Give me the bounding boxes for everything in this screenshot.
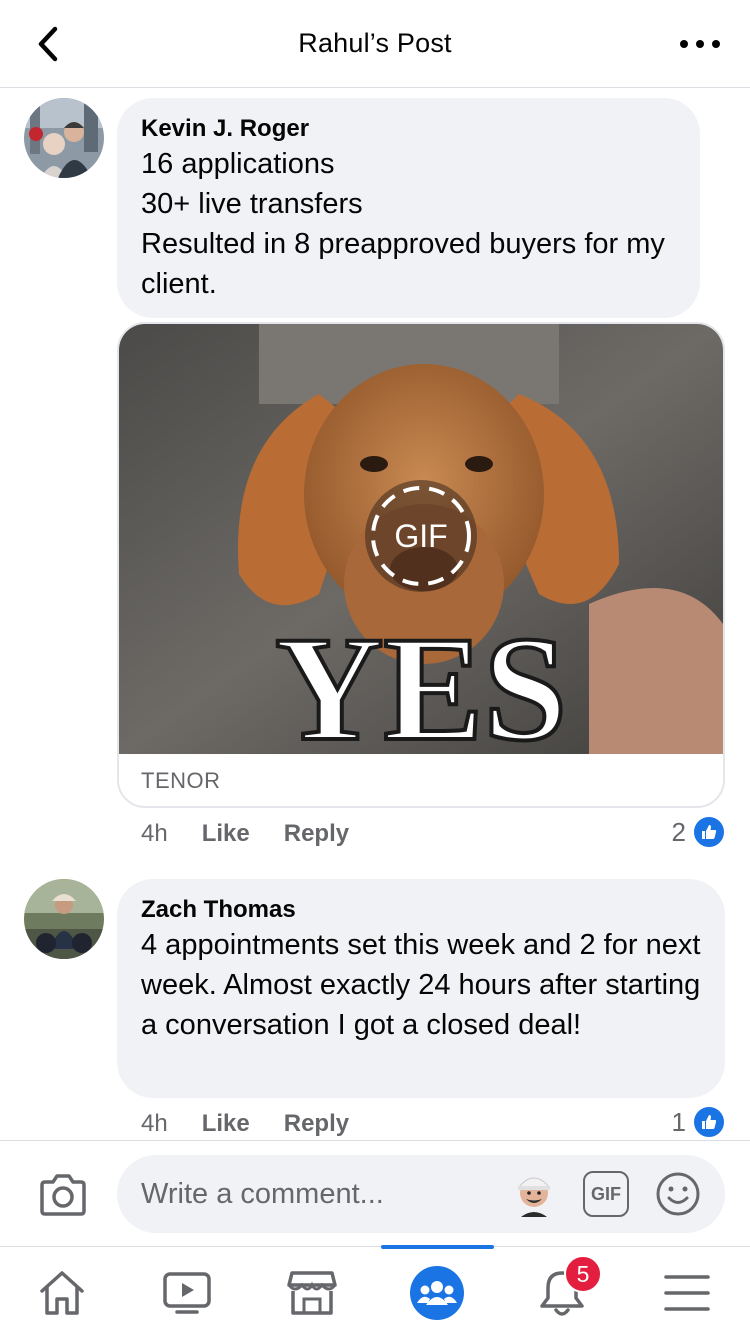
reaction-summary[interactable]: 2: [672, 815, 726, 849]
comment-bubble: Kevin J. Roger 16 applications 30+ live …: [117, 98, 700, 318]
gif-badge[interactable]: GIF: [371, 518, 471, 555]
menu-icon: [664, 1275, 710, 1311]
like-button[interactable]: Like: [202, 820, 250, 848]
comment-actions: 4h Like Reply: [141, 1110, 383, 1138]
comment-input[interactable]: [141, 1173, 481, 1215]
gif-attachment[interactable]: YES GIF TENOR: [117, 322, 725, 808]
groups-icon: [410, 1266, 464, 1320]
bottom-nav: 5: [0, 1245, 750, 1334]
gif-image[interactable]: YES GIF: [119, 324, 723, 754]
comment-input-container[interactable]: GIF: [117, 1155, 725, 1233]
nav-watch[interactable]: [157, 1265, 217, 1321]
dot-icon: [696, 40, 704, 48]
gif-source: TENOR: [141, 768, 221, 793]
comment-bubble: Zach Thomas 4 appointments set this week…: [117, 879, 725, 1098]
emoji-button[interactable]: [655, 1171, 701, 1217]
nav-marketplace[interactable]: [282, 1265, 342, 1321]
avatar[interactable]: [24, 98, 104, 178]
camera-button[interactable]: [38, 1173, 88, 1217]
comment-text: 4 appointments set this week and 2 for n…: [141, 929, 709, 1041]
thumbs-up-icon: [692, 815, 726, 849]
page-title: Rahul’s Post: [298, 28, 452, 58]
watch-icon: [163, 1272, 211, 1314]
like-button[interactable]: Like: [202, 1110, 250, 1138]
reaction-count: 2: [671, 816, 686, 847]
comment-composer: GIF: [0, 1140, 750, 1246]
notifications-badge: 5: [564, 1255, 602, 1293]
comment-author[interactable]: Zach Thomas: [141, 895, 701, 925]
marketplace-icon: [287, 1271, 337, 1315]
dot-icon: [712, 40, 720, 48]
comment-timestamp[interactable]: 4h: [141, 1110, 168, 1138]
nav-groups[interactable]: [407, 1265, 467, 1321]
reaction-summary[interactable]: 1: [672, 1105, 726, 1139]
reply-button[interactable]: Reply: [284, 820, 349, 848]
comment-timestamp[interactable]: 4h: [141, 820, 168, 848]
avatar[interactable]: [24, 879, 104, 959]
dot-icon: [680, 40, 688, 48]
thumbs-up-icon: [692, 1105, 726, 1139]
avatar-sticker-icon: [517, 1177, 551, 1217]
avatar-sticker-button[interactable]: [513, 1171, 555, 1217]
post-header: Rahul’s Post: [0, 0, 750, 88]
nav-home[interactable]: [32, 1265, 92, 1321]
home-icon: [40, 1271, 84, 1315]
comment-author[interactable]: Kevin J. Roger: [141, 114, 676, 144]
comment-actions: 4h Like Reply: [141, 820, 383, 848]
smiley-icon: [656, 1172, 700, 1216]
reply-button[interactable]: Reply: [284, 1110, 349, 1138]
gif-caption: YES: [275, 606, 567, 754]
more-options-button[interactable]: [680, 32, 720, 56]
comment-text: 16 applications 30+ live transfers Resul…: [141, 148, 665, 300]
camera-icon: [40, 1174, 86, 1216]
active-tab-indicator: [381, 1245, 494, 1249]
gif-picker-button[interactable]: GIF: [583, 1171, 629, 1217]
nav-menu[interactable]: [657, 1265, 717, 1321]
reaction-count: 1: [671, 1106, 686, 1137]
